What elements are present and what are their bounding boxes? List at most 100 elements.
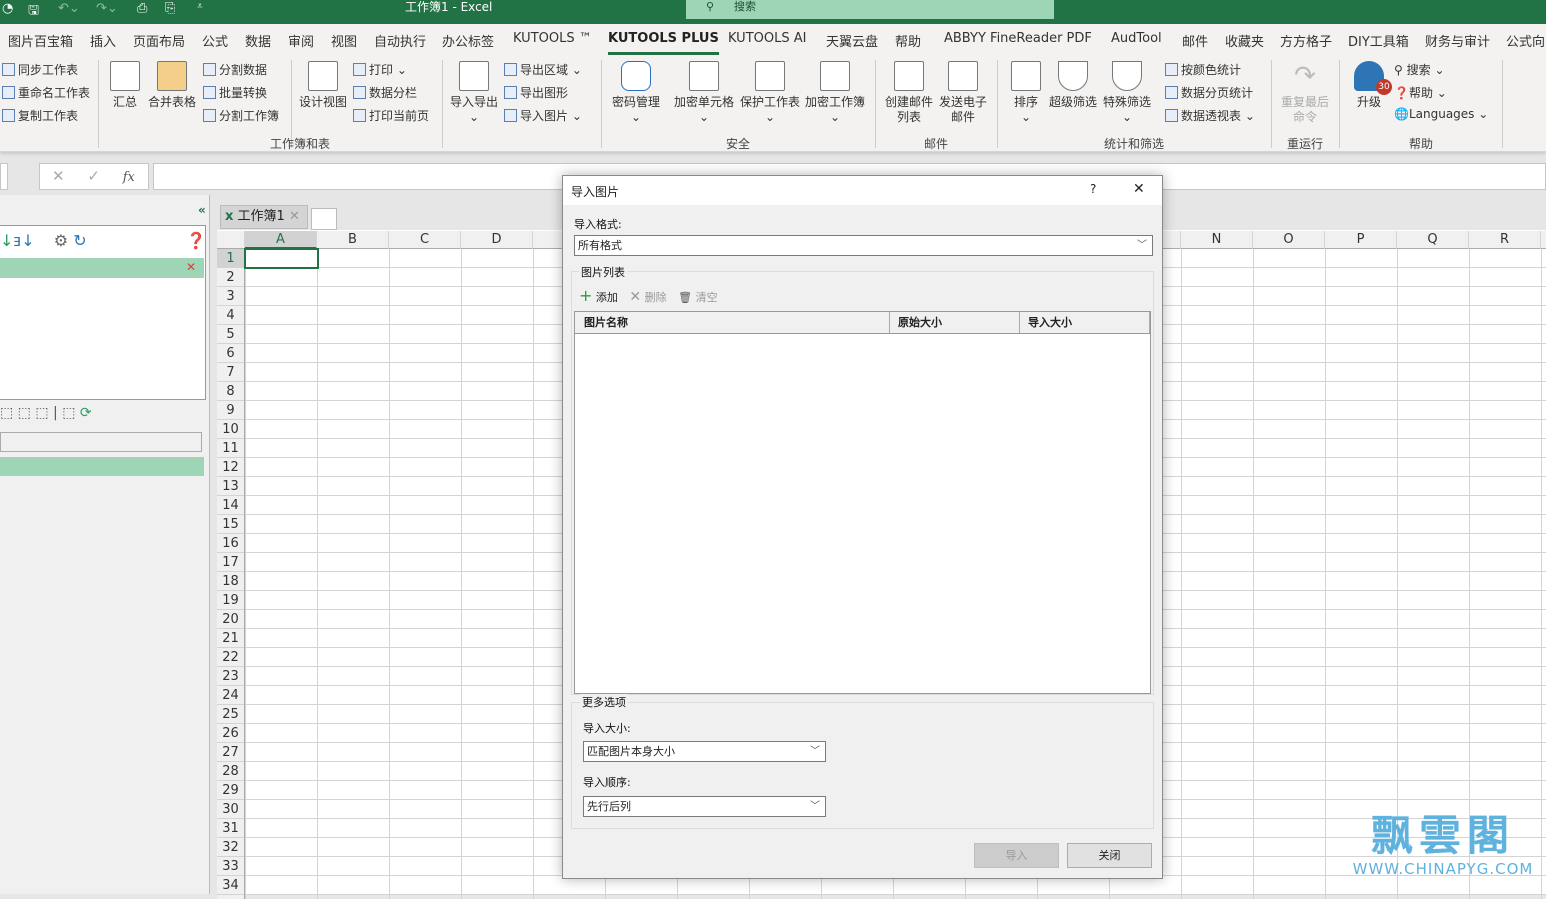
summary-button[interactable]: 汇总 — [108, 61, 142, 110]
column-header[interactable]: B — [317, 231, 389, 249]
row-header[interactable]: 11 — [217, 439, 244, 458]
close-icon[interactable]: ✕ — [186, 260, 196, 274]
row-header[interactable]: 27 — [217, 743, 244, 762]
col-picture-name[interactable]: 图片名称 — [584, 312, 628, 333]
row-header[interactable]: 34 — [217, 876, 244, 895]
close-button[interactable]: ✕ — [1133, 181, 1145, 197]
refresh-icon[interactable]: ↻ — [73, 231, 86, 250]
row-header[interactable]: 4 — [217, 306, 244, 325]
row-header[interactable]: 9 — [217, 401, 244, 420]
sort-asc-icon[interactable]: ↓ — [0, 231, 13, 250]
column-header[interactable]: O — [1253, 231, 1325, 249]
row-header[interactable]: 22 — [217, 648, 244, 667]
row-header[interactable]: 19 — [217, 591, 244, 610]
column-header[interactable]: R — [1469, 231, 1541, 249]
row-header[interactable]: 24 — [217, 686, 244, 705]
filter-input[interactable] — [0, 432, 202, 452]
row-header[interactable]: 3 — [217, 287, 244, 306]
tab-14[interactable]: ABBYY FineReader PDF — [944, 31, 1092, 46]
clear-button[interactable]: 🗑 清空 — [678, 291, 717, 304]
batch-convert-button[interactable]: 批量转换 — [203, 84, 267, 101]
row-header[interactable]: 18 — [217, 572, 244, 591]
close-tab-icon[interactable]: ✕ — [289, 209, 300, 224]
export-graphic-button[interactable]: 导出图形 — [504, 84, 568, 101]
row-header[interactable]: 25 — [217, 705, 244, 724]
tab-10[interactable]: KUTOOLS PLUS — [608, 31, 719, 55]
paging-subtotal-button[interactable]: 数据分页统计 — [1165, 84, 1253, 101]
tab-15[interactable]: AudTool — [1111, 31, 1162, 46]
tab-4[interactable]: 数据 — [245, 31, 271, 50]
tab-0[interactable]: 图片百宝箱 — [8, 31, 73, 50]
sync-sheets-button[interactable]: 同步工作表 — [2, 61, 78, 78]
row-header[interactable]: 15 — [217, 515, 244, 534]
row-header[interactable]: 33 — [217, 857, 244, 876]
delete-button[interactable]: ✕ 删除 — [629, 289, 666, 305]
row-header[interactable]: 5 — [217, 325, 244, 344]
column-header[interactable]: A — [245, 231, 317, 249]
row-header[interactable]: 1 — [217, 249, 244, 268]
print-current-button[interactable]: 打印当前页 — [353, 107, 429, 124]
row-header[interactable]: 21 — [217, 629, 244, 648]
row-header[interactable]: 31 — [217, 819, 244, 838]
customize-qat-icon[interactable]: ⩡ — [197, 1, 203, 12]
row-header[interactable]: 30 — [217, 800, 244, 819]
row-header[interactable]: 29 — [217, 781, 244, 800]
tab-3[interactable]: 公式 — [202, 31, 228, 50]
repeat-last-button[interactable]: ↷ 重复最后命令 — [1278, 61, 1332, 125]
column-header[interactable]: P — [1325, 231, 1397, 249]
col-import-size[interactable]: 导入大小 — [1019, 312, 1150, 333]
tab-21[interactable]: 公式向 — [1506, 31, 1545, 50]
import-button[interactable]: 导入 — [974, 843, 1059, 868]
select-all-corner[interactable] — [217, 231, 245, 249]
sort-desc-icon[interactable]: ⱻ↓ — [13, 231, 34, 250]
workbook-tab[interactable]: x 工作簿1 ✕ — [220, 205, 308, 229]
data-columns-button[interactable]: 数据分栏 — [353, 84, 417, 101]
row-header[interactable]: 28 — [217, 762, 244, 781]
picture-list-table[interactable]: 图片名称 原始大小 导入大小 — [574, 311, 1151, 694]
row-header[interactable]: 20 — [217, 610, 244, 629]
column-header[interactable]: Q — [1397, 231, 1469, 249]
selected-item-row[interactable] — [0, 457, 204, 476]
undo-icon[interactable]: ↶⌄ — [58, 1, 80, 16]
print-preview-icon[interactable]: ⎙ — [137, 1, 147, 16]
row-header[interactable]: 7 — [217, 363, 244, 382]
tab-9[interactable]: KUTOOLS ™ — [513, 31, 592, 46]
new-tab-button[interactable] — [311, 208, 337, 230]
row-header[interactable]: 23 — [217, 667, 244, 686]
format-select[interactable]: 所有格式 ﹀ — [574, 235, 1153, 256]
row-header[interactable]: 6 — [217, 344, 244, 363]
pivot-table-button[interactable]: 数据透视表 ⌄ — [1165, 107, 1255, 124]
row-header[interactable]: 13 — [217, 477, 244, 496]
autosave-icon[interactable]: ◔ — [2, 1, 13, 16]
help-button[interactable]: ❓帮助 ⌄ — [1394, 84, 1447, 101]
password-manager-button[interactable]: 密码管理 ⌄ — [610, 61, 662, 125]
print-button[interactable]: 打印 ⌄ — [353, 61, 407, 78]
help-icon[interactable]: ❓ — [186, 231, 206, 250]
super-filter-button[interactable]: 超级筛选 — [1047, 61, 1099, 110]
selected-sheet-row[interactable]: ✕ — [0, 258, 204, 278]
row-header[interactable]: 8 — [217, 382, 244, 401]
tab-6[interactable]: 视图 — [331, 31, 357, 50]
fx-icon[interactable]: fx — [123, 170, 135, 185]
import-pictures-button[interactable]: 导入图片 ⌄ — [504, 107, 582, 124]
encrypt-cells-button[interactable]: 加密单元格 ⌄ — [672, 61, 736, 125]
split-workbook-button[interactable]: 分割工作簿 — [203, 107, 279, 124]
row-header[interactable]: 12 — [217, 458, 244, 477]
save-icon[interactable]: 🖫 — [28, 1, 39, 23]
tab-7[interactable]: 自动执行 — [374, 31, 426, 50]
export-range-button[interactable]: 导出区域 ⌄ — [504, 61, 582, 78]
cancel-icon[interactable]: ✕ — [52, 167, 65, 185]
col-original-size[interactable]: 原始大小 — [889, 312, 942, 333]
row-header[interactable]: 17 — [217, 553, 244, 572]
row-header[interactable]: 26 — [217, 724, 244, 743]
help-search-button[interactable]: ⚲ 搜索 ⌄ — [1394, 61, 1445, 78]
tab-18[interactable]: 方方格子 — [1280, 31, 1332, 50]
send-mail-button[interactable]: 发送电子邮件 — [936, 61, 990, 125]
search-box[interactable]: ⚲ 搜索 — [686, 0, 1054, 19]
tab-5[interactable]: 审阅 — [288, 31, 314, 50]
help-button[interactable]: ? — [1090, 182, 1096, 196]
merge-tables-button[interactable]: 合并表格 — [146, 61, 198, 110]
design-view-button[interactable]: 设计视图 — [298, 61, 348, 110]
tab-16[interactable]: 邮件 — [1182, 31, 1208, 50]
import-order-select[interactable]: 先行后列 ﹀ — [583, 796, 826, 817]
